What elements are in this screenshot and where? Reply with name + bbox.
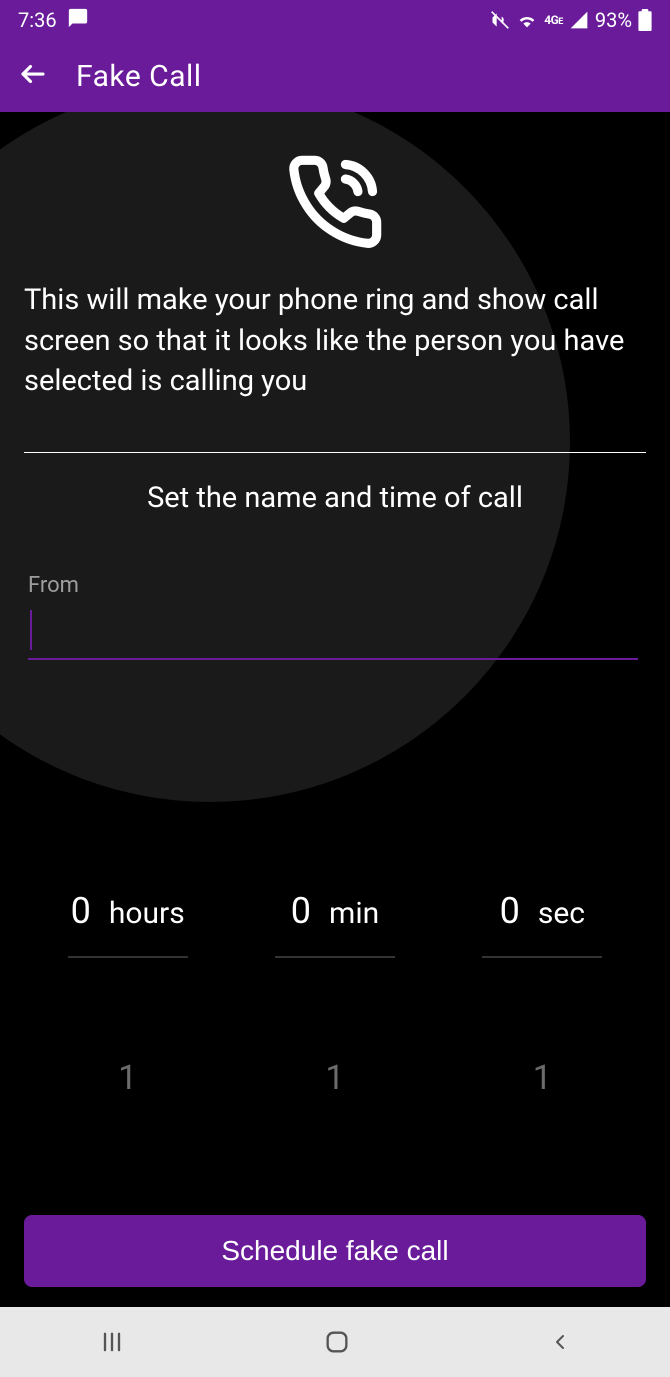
sec-value: 0 <box>500 890 520 932</box>
hours-value: 0 <box>71 890 91 932</box>
message-icon <box>67 7 89 34</box>
from-label: From <box>28 573 646 598</box>
min-value: 0 <box>291 890 311 932</box>
back-nav-icon[interactable] <box>548 1330 572 1354</box>
from-input[interactable] <box>28 604 638 658</box>
min-unit: min <box>329 896 379 931</box>
home-icon[interactable] <box>323 1328 351 1356</box>
recents-icon[interactable] <box>98 1328 126 1356</box>
divider <box>24 452 646 453</box>
min-next: 1 <box>325 1058 344 1098</box>
hours-underline <box>68 956 188 958</box>
status-bar: 7:36 4GE 93% <box>0 0 670 40</box>
hours-next: 1 <box>118 1058 137 1098</box>
subtitle-text: Set the name and time of call <box>24 481 646 515</box>
min-underline <box>275 956 395 958</box>
time-picker: 0 hours 1 0 min 1 0 sec 1 <box>24 890 646 1098</box>
phone-icon <box>24 152 646 252</box>
page-title: Fake Call <box>76 59 202 94</box>
sec-picker[interactable]: 0 sec 1 <box>452 890 632 1098</box>
battery-pct: 93% <box>595 8 632 32</box>
sec-next: 1 <box>533 1058 552 1098</box>
sec-unit: sec <box>538 896 585 931</box>
wifi-icon <box>516 9 538 31</box>
hours-picker[interactable]: 0 hours 1 <box>38 890 218 1098</box>
status-time: 7:36 <box>18 8 57 32</box>
back-icon[interactable] <box>18 59 48 93</box>
battery-icon <box>638 9 652 31</box>
from-input-wrap[interactable] <box>28 604 638 660</box>
hours-unit: hours <box>109 896 185 931</box>
signal-icon <box>569 10 589 30</box>
app-bar: Fake Call <box>0 40 670 112</box>
content-area: This will make your phone ring and show … <box>0 112 670 1307</box>
schedule-button[interactable]: Schedule fake call <box>24 1215 646 1287</box>
system-nav-bar <box>0 1307 670 1377</box>
min-picker[interactable]: 0 min 1 <box>245 890 425 1098</box>
sec-underline <box>482 956 602 958</box>
vibrate-icon <box>490 10 510 30</box>
text-cursor <box>30 610 32 650</box>
description-text: This will make your phone ring and show … <box>24 280 646 402</box>
network-type: 4GE <box>544 13 563 27</box>
